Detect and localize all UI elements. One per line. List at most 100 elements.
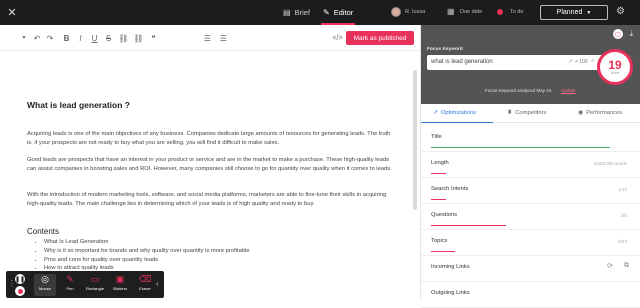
italic-icon[interactable]: I	[76, 31, 85, 45]
tab-performances[interactable]: ◉ Performances	[578, 110, 622, 116]
eraser-icon: ⌫	[138, 274, 152, 284]
tab-competitors-label: Competitors	[515, 110, 547, 116]
editor-content[interactable]: What is lead generation ? Acquiring lead…	[0, 52, 412, 300]
score-value: 19	[608, 58, 622, 72]
due-date-label[interactable]: Due date	[460, 9, 482, 15]
editor-scrollbar[interactable]	[413, 70, 417, 210]
eraser-tool[interactable]: ⌫ Eraser	[134, 274, 156, 296]
keyword-value: what is lead generation	[431, 59, 493, 65]
tab-brief[interactable]: ▤ Brief	[283, 0, 310, 25]
trend-icon: ↗	[433, 110, 438, 116]
status-dropdown[interactable]: Planned ▼	[540, 5, 608, 20]
annotation-toolbar: ⋮ ❚❚ ◎ Mouse ✎ Pen ▭ Rectangle ▣ Sticker…	[6, 271, 164, 298]
sticker-icon: ▣	[115, 274, 125, 284]
top-bar: ✕ ▤ Brief ✎ Editor R. Iussa ▦ Due date T…	[0, 0, 640, 25]
todo-label[interactable]: To do	[510, 9, 523, 15]
todo-status-dot	[497, 9, 503, 15]
panel-close-icon[interactable]: ▢	[613, 29, 623, 39]
underline-icon[interactable]: U	[90, 31, 99, 45]
quote-icon[interactable]: ❝	[148, 31, 159, 45]
pause-icon[interactable]: ❚❚	[15, 274, 25, 284]
volume-value: > 100	[575, 59, 588, 65]
unlink-icon[interactable]: ⛓	[133, 31, 144, 45]
tab-editor-label: Editor	[333, 8, 354, 17]
optimization-count: 1/12	[618, 187, 627, 192]
link-icon[interactable]: ⛓	[118, 31, 129, 45]
avatar[interactable]	[391, 7, 401, 17]
optimization-count: 234/3,000 words	[593, 161, 627, 166]
optimization-row[interactable]: Search Intents 1/12	[421, 178, 640, 204]
tab-optimizations-label: Optimizations	[440, 110, 476, 116]
rectangle-icon: ▭	[90, 274, 100, 284]
record-dot	[17, 288, 23, 294]
planned-label: Planned	[556, 9, 583, 16]
contents-heading[interactable]: Contents	[27, 227, 59, 236]
paragraph-2[interactable]: Good leads are prospects that have an in…	[27, 156, 395, 173]
update-link[interactable]: Update	[561, 88, 576, 93]
paragraph-3[interactable]: With the introduction of modern marketin…	[27, 191, 395, 208]
focus-keyword-label: Focus Keyword	[427, 47, 463, 52]
paragraph-1[interactable]: Acquiring leads is one of the main objec…	[27, 130, 395, 147]
pen-icon: ✎	[66, 274, 74, 284]
bullet-list-icon[interactable]: ☰	[218, 31, 229, 45]
document-icon: ▤	[283, 8, 291, 17]
progress-bar	[431, 172, 447, 174]
gear-icon[interactable]: ⚙	[616, 6, 625, 17]
list-item[interactable]: What Is Lead Generation	[44, 238, 250, 247]
record-icon[interactable]	[15, 286, 25, 296]
rectangle-tool[interactable]: ▭ Rectangle	[84, 274, 106, 296]
eye-icon: ◉	[578, 110, 584, 116]
undo-icon[interactable]: ↶	[32, 31, 42, 45]
score-circle: 19 score	[597, 49, 633, 85]
tab-competitors[interactable]: ♜ Competitors	[507, 110, 546, 116]
optimization-count: 2/5	[620, 213, 627, 218]
calendar-icon[interactable]: ▦	[447, 7, 455, 16]
pen-label: Pen	[66, 286, 74, 291]
pencil-icon: ✎	[323, 8, 330, 17]
refresh-icon[interactable]: ⟳	[607, 262, 613, 270]
redo-icon[interactable]: ↷	[45, 31, 55, 45]
optimization-row[interactable]: Topics 6/47	[421, 230, 640, 256]
mouse-label: Mouse	[38, 286, 51, 291]
collapse-icon[interactable]: ‹	[156, 279, 159, 288]
contents-list: What Is Lead Generation Why is it so imp…	[44, 238, 250, 273]
optimization-title: Incoming Links	[431, 264, 470, 270]
list-item[interactable]: Why is it so important for brands and wh…	[44, 247, 250, 256]
trophy-icon: ♜	[507, 110, 513, 116]
volume-icon: ↗	[568, 59, 574, 65]
active-tab-underline	[421, 121, 493, 123]
strikethrough-icon[interactable]: S	[104, 31, 113, 45]
focus-keyword-input[interactable]: what is lead generation ↗ > 100 ⌕ 2K	[427, 55, 614, 70]
optimization-row[interactable]: Outgoing Links	[421, 282, 640, 308]
stickers-tool[interactable]: ▣ Stickers	[109, 274, 131, 296]
optimization-title: Outgoing Links	[431, 290, 470, 296]
ordered-list-icon[interactable]: ☰	[202, 31, 213, 45]
close-icon[interactable]: ✕	[6, 6, 18, 19]
optimization-row[interactable]: Questions 2/5	[421, 204, 640, 230]
mark-as-published-button[interactable]: Mark as published	[346, 31, 414, 45]
optimization-title: Length	[431, 160, 449, 166]
eraser-label: Eraser	[139, 286, 151, 291]
mouse-tool[interactable]: ◎ Mouse	[34, 274, 56, 296]
tab-brief-label: Brief	[294, 8, 310, 17]
tab-editor[interactable]: ✎ Editor	[320, 0, 356, 25]
optimization-row[interactable]: Length 234/3,000 words	[421, 152, 640, 178]
copy-icon[interactable]: ⧉	[624, 262, 629, 270]
code-icon[interactable]: </>	[332, 31, 343, 45]
optimization-row[interactable]: Title	[421, 126, 640, 152]
analyzed-note: Focus Keyword analyzed May 04.	[485, 88, 553, 93]
tab-optimizations[interactable]: ↗ Optimizations	[433, 110, 476, 116]
optimization-title: Search Intents	[431, 186, 469, 192]
pen-tool[interactable]: ✎ Pen	[59, 274, 81, 296]
article-heading[interactable]: What is lead generation ?	[27, 100, 130, 110]
progress-bar	[431, 224, 507, 226]
optimization-title: Questions	[431, 212, 458, 218]
focus-keyword-panel: ▢ ⇣ Focus Keyword what is lead generatio…	[421, 25, 640, 104]
progress-bar	[431, 250, 456, 252]
bold-icon[interactable]: B	[62, 31, 71, 45]
optimization-row[interactable]: Incoming Links ⟳ ⧉	[421, 256, 640, 282]
list-item[interactable]: Pros and cons for quality over quantity …	[44, 256, 250, 265]
panel-collapse-icon[interactable]: ⇣	[628, 29, 635, 38]
chevron-down-icon: ▼	[586, 9, 592, 16]
paragraph-style-dropdown[interactable]: ▼	[18, 31, 30, 45]
